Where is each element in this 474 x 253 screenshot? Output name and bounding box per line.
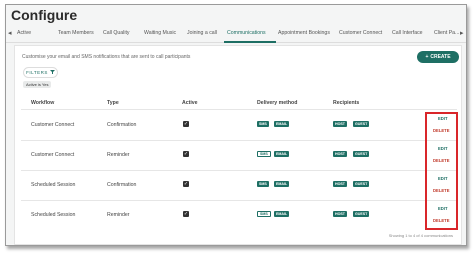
tab-communications[interactable]: Communications	[227, 30, 266, 36]
sms-tag: SMS	[257, 181, 269, 187]
row-workflow: Scheduled Session	[31, 212, 76, 218]
active-tab-indicator	[224, 41, 276, 43]
actions-highlight-box	[425, 112, 458, 230]
filter-chip[interactable]: Active is Yes	[23, 81, 52, 88]
filters-button[interactable]: FILTERS	[23, 67, 58, 78]
create-button-label: CREATE	[430, 54, 451, 60]
tab-call-quality[interactable]: Call Quality	[103, 30, 130, 36]
host-tag: HOST	[333, 151, 347, 157]
email-tag: EMAIL	[274, 151, 290, 157]
app-window: Configure ◂ Active Team Members Call Qua…	[5, 4, 467, 246]
header-delivery-method: Delivery method	[257, 100, 298, 106]
active-checkbox[interactable]: ✓	[183, 151, 189, 157]
row-type: Confirmation	[107, 122, 137, 128]
active-checkbox[interactable]: ✓	[183, 181, 189, 187]
header-recipients: Recipients	[333, 100, 360, 106]
row-type: Confirmation	[107, 182, 137, 188]
row-workflow: Customer Connect	[31, 122, 75, 128]
sms-tag: SMS	[257, 121, 269, 127]
email-tag: EMAIL	[274, 211, 290, 217]
tab-scroll-right-icon[interactable]: ▸	[460, 29, 464, 37]
row-workflow: Scheduled Session	[31, 182, 76, 188]
guest-tag: GUEST	[353, 211, 370, 217]
host-tag: HOST	[333, 211, 347, 217]
tab-scroll-left-icon[interactable]: ◂	[8, 29, 12, 37]
row-divider	[21, 140, 457, 141]
filters-label: FILTERS	[26, 70, 48, 75]
guest-tag: GUEST	[353, 151, 370, 157]
row-divider	[21, 170, 457, 171]
header-workflow: Workflow	[31, 100, 55, 106]
guest-tag: GUEST	[353, 181, 370, 187]
guest-tag: GUEST	[353, 121, 370, 127]
tab-appointment-bookings[interactable]: Appointment Bookings	[278, 30, 330, 36]
tab-active[interactable]: Active	[17, 30, 31, 36]
row-type: Reminder	[107, 212, 130, 218]
header-active: Active	[182, 100, 198, 106]
header-type: Type	[107, 100, 119, 106]
tab-waiting-music[interactable]: Waiting Music	[144, 30, 176, 36]
create-button[interactable]: + CREATE	[417, 51, 459, 63]
tab-client-page[interactable]: Client Pa...	[434, 30, 459, 36]
tab-team-members[interactable]: Team Members	[58, 30, 94, 36]
pagination-summary: Showing 1 to 4 of 4 communications	[388, 233, 453, 238]
host-tag: HOST	[333, 121, 347, 127]
row-workflow: Customer Connect	[31, 152, 75, 158]
tab-joining-a-call[interactable]: Joining a call	[187, 30, 217, 36]
page-title: Configure	[11, 7, 78, 23]
tab-customer-connect[interactable]: Customer Connect	[339, 30, 382, 36]
row-divider	[21, 200, 457, 201]
active-checkbox[interactable]: ✓	[183, 121, 189, 127]
email-tag: EMAIL	[274, 121, 290, 127]
sms-tag: SMS	[257, 151, 271, 157]
plus-icon: +	[425, 54, 429, 60]
filter-icon	[49, 70, 55, 75]
panel-description: Customise your email and SMS notificatio…	[22, 54, 191, 60]
tab-call-interface[interactable]: Call Interface	[392, 30, 423, 36]
row-type: Reminder	[107, 152, 130, 158]
email-tag: EMAIL	[274, 181, 290, 187]
sms-tag: SMS	[257, 211, 271, 217]
active-checkbox[interactable]: ✓	[183, 211, 189, 217]
host-tag: HOST	[333, 181, 347, 187]
communications-panel: Customise your email and SMS notificatio…	[14, 45, 462, 245]
header-divider	[21, 109, 457, 110]
